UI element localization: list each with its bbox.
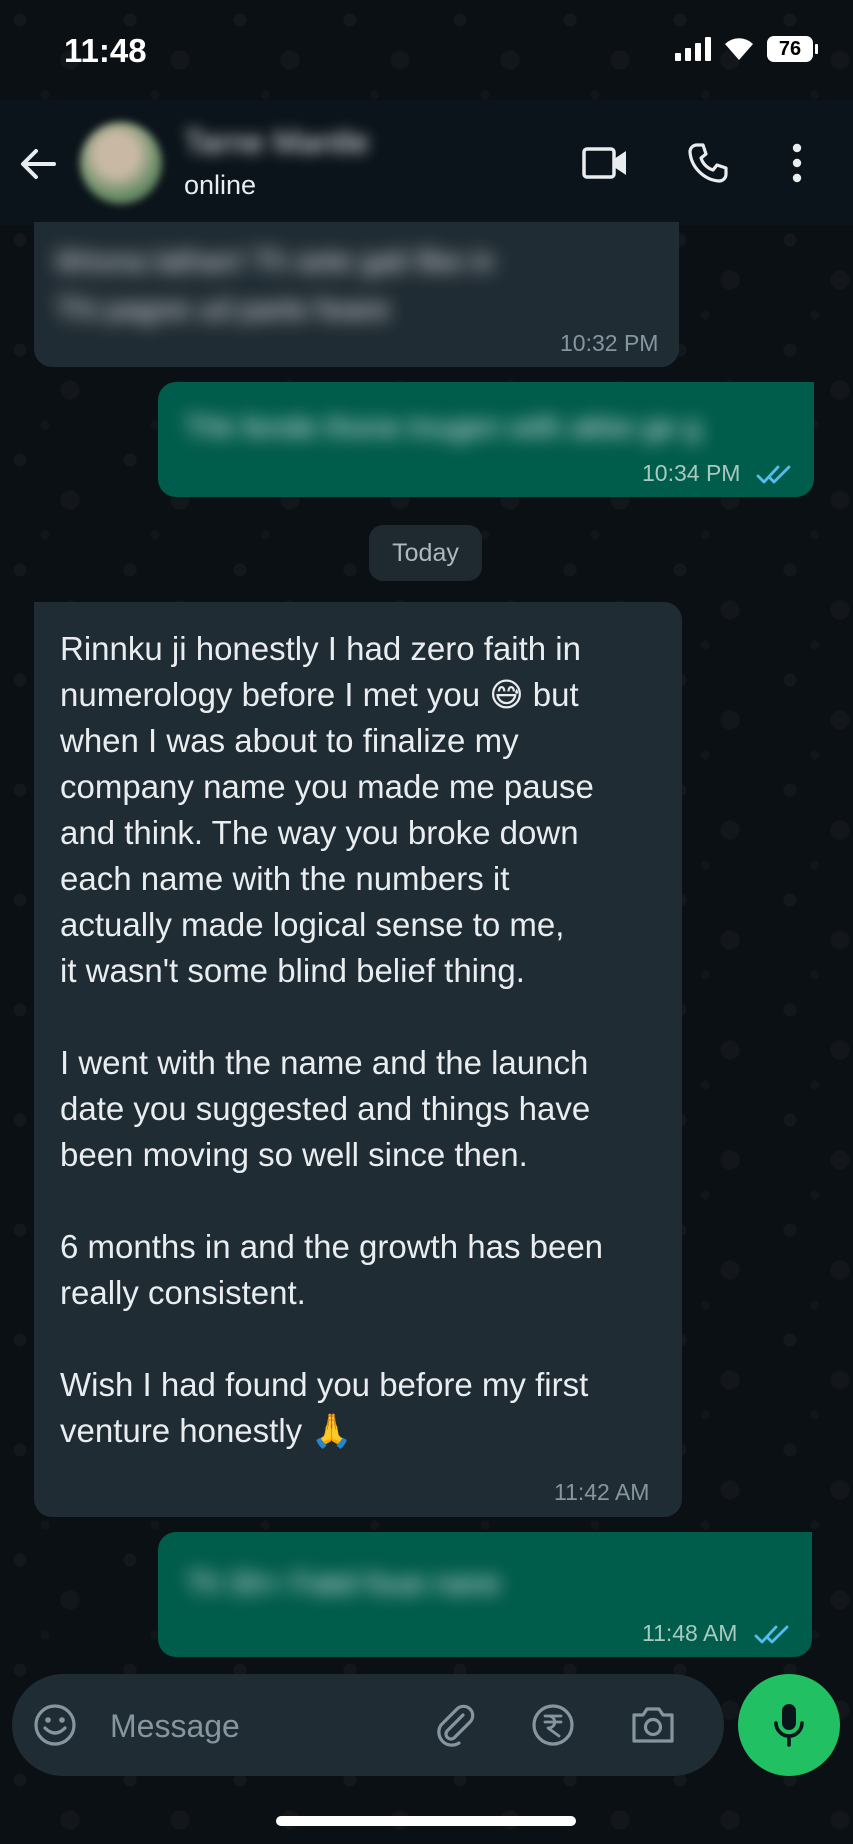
voice-call-button[interactable] (683, 138, 733, 188)
message-composer (12, 1674, 724, 1776)
back-button[interactable] (14, 140, 62, 188)
message-text: Th Sh+ Fatel foue nane (186, 1567, 501, 1600)
contact-name[interactable]: Tarne Mantle (184, 124, 369, 161)
wifi-icon (725, 38, 753, 60)
battery-level: 76 (778, 37, 802, 60)
read-ticks-icon (754, 1625, 789, 1644)
message-outgoing[interactable]: Thk fende thone tnugen with akke ge g 10… (158, 382, 814, 497)
emoji-icon (34, 1704, 76, 1746)
chat-header: Tarne Mantle online (0, 100, 853, 225)
attach-button[interactable] (430, 1700, 480, 1750)
video-call-button[interactable] (580, 138, 630, 188)
message-outgoing[interactable]: Th Sh+ Fatel foue nane 11:48 AM (158, 1532, 812, 1657)
battery-icon: 76 (767, 36, 818, 62)
message-input[interactable] (108, 1702, 412, 1750)
message-time: 11:42 AM (554, 1479, 650, 1505)
more-options-button[interactable] (772, 138, 822, 188)
message-text: Ikhona lathan! Th sete gali fike in Thi … (56, 245, 495, 326)
status-icons: 76 (675, 36, 818, 62)
signal-icon (675, 37, 711, 61)
camera-icon (632, 1707, 674, 1743)
date-divider: Today (369, 525, 482, 581)
avatar[interactable] (80, 122, 162, 204)
message-incoming[interactable]: Rinnku ji honestly I had zero faith in n… (34, 602, 682, 1517)
home-indicator[interactable] (276, 1816, 576, 1826)
message-incoming[interactable]: Ikhona lathan! Th sete gali fike in Thi … (34, 222, 679, 367)
status-bar: 11:48 76 (0, 0, 853, 100)
message-text: Thk fende thone tnugen with akke ge g (184, 411, 702, 444)
mic-icon (774, 1704, 804, 1747)
back-arrow-icon (21, 149, 56, 179)
message-time: 10:32 PM (560, 330, 659, 356)
message-text: Rinnku ji honestly I had zero faith in n… (60, 630, 604, 1449)
voice-message-button[interactable] (738, 1674, 840, 1776)
read-ticks-icon (756, 465, 791, 484)
contact-status: online (184, 170, 257, 200)
video-call-icon (582, 147, 626, 179)
camera-button[interactable] (628, 1700, 678, 1750)
status-time: 11:48 (64, 32, 147, 69)
emoji-button[interactable] (30, 1700, 80, 1750)
payment-button[interactable] (528, 1700, 578, 1750)
rupee-payment-icon (532, 1704, 574, 1746)
message-time: 11:48 AM (642, 1620, 738, 1646)
more-vert-icon (792, 143, 802, 183)
phone-icon (688, 143, 728, 183)
attach-icon (437, 1704, 475, 1747)
message-time: 10:34 PM (642, 460, 741, 486)
